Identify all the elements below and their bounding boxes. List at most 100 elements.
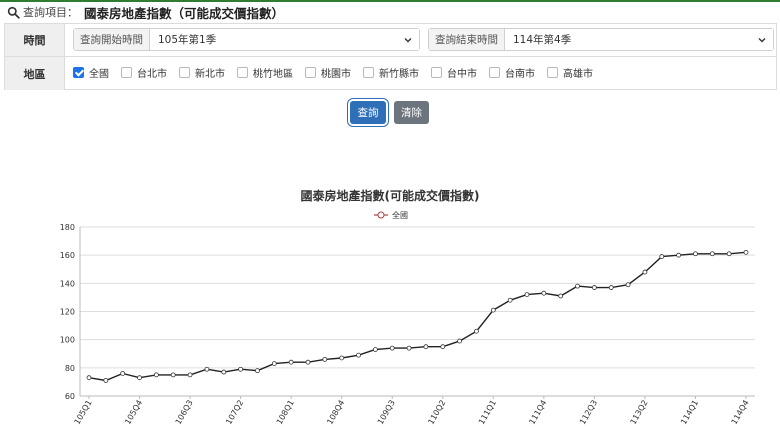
data-point — [356, 352, 361, 358]
query-value: 國泰房地產指數（可能成交價指數） — [84, 5, 285, 21]
y-tick-label: 100 — [60, 336, 75, 345]
chevron-down-icon — [404, 37, 412, 42]
x-tick-label: 111Q1 — [477, 399, 498, 427]
data-point — [288, 359, 294, 365]
checkbox-label: 台北市 — [137, 69, 167, 80]
checkbox-box[interactable] — [363, 67, 374, 78]
region-checkbox-4[interactable]: 桃園市 — [305, 65, 351, 80]
data-point — [676, 252, 682, 258]
checkbox-box[interactable] — [547, 67, 558, 78]
x-tick-label: 113Q2 — [629, 399, 650, 427]
data-point — [389, 345, 395, 351]
checkbox-label: 桃園市 — [321, 69, 351, 80]
x-tick-label: 108Q4 — [325, 399, 346, 427]
end-time-group[interactable]: 查詢結束時間 114年第4季 — [428, 28, 774, 51]
end-time-value: 114年第4季 — [513, 34, 572, 46]
x-tick-label: 114Q1 — [679, 399, 700, 427]
data-point — [187, 372, 193, 378]
data-point — [524, 292, 530, 297]
start-time-addon: 查詢開始時間 — [74, 29, 150, 50]
checkbox-box[interactable] — [489, 67, 500, 78]
query-label: 查詢項目： — [23, 6, 78, 19]
data-point — [86, 375, 92, 381]
region-checkboxes: 全國 台北市 新北市 桃竹地區 桃園市 新竹縣市 台中市 台南市 高雄市 — [73, 65, 605, 80]
data-point — [440, 344, 446, 350]
chart-title: 國泰房地產指數(可能成交價指數) — [301, 188, 480, 203]
checkbox-box[interactable] — [305, 67, 316, 78]
series-line — [88, 251, 747, 382]
data-point — [642, 269, 648, 275]
data-point — [372, 347, 378, 352]
query-button[interactable]: 查詢 — [350, 101, 386, 124]
checkbox-label: 桃竹地區 — [253, 69, 293, 80]
checkbox-label: 台中市 — [447, 69, 477, 80]
checkbox-box[interactable] — [431, 67, 442, 78]
data-point — [255, 368, 260, 374]
data-point — [322, 356, 328, 362]
data-point — [474, 328, 479, 334]
search-icon — [7, 6, 20, 19]
data-point — [204, 366, 210, 372]
start-time-select[interactable]: 105年第1季 — [150, 29, 419, 50]
checkbox-label: 新北市 — [195, 69, 225, 80]
checkbox-label: 新竹縣市 — [379, 69, 419, 80]
checkbox-label: 全國 — [89, 69, 109, 80]
region-label: 地區 — [5, 57, 65, 90]
region-checkbox-0[interactable]: 全國 — [73, 65, 109, 80]
checkbox-label: 高雄市 — [563, 69, 593, 80]
data-point — [490, 307, 496, 313]
data-point — [305, 359, 311, 365]
x-tick-label: 107Q2 — [224, 399, 245, 427]
data-point — [170, 372, 176, 378]
chevron-down-icon — [758, 37, 766, 42]
region-checkbox-5[interactable]: 新竹縣市 — [363, 65, 419, 80]
x-tick-label: 110Q2 — [426, 399, 447, 427]
x-tick-label: 114Q4 — [730, 399, 751, 427]
start-time-value: 105年第1季 — [158, 34, 217, 46]
query-form: 時間 查詢開始時間 105年第1季 查詢結束時間 114年第4季 地區 全國 台北… — [4, 23, 777, 90]
region-checkbox-7[interactable]: 台南市 — [489, 65, 535, 80]
y-tick-label: 60 — [65, 392, 75, 401]
legend-marker — [377, 211, 385, 219]
y-tick-label: 120 — [60, 308, 75, 317]
checkbox-box[interactable] — [237, 67, 248, 78]
data-point — [558, 293, 564, 299]
y-tick-label: 140 — [60, 279, 75, 288]
data-point — [120, 371, 126, 376]
data-point — [625, 282, 631, 288]
end-time-addon: 查詢結束時間 — [429, 29, 505, 50]
x-tick-label: 111Q4 — [527, 399, 548, 427]
x-tick-label: 105Q1 — [73, 399, 94, 427]
region-checkbox-6[interactable]: 台中市 — [431, 65, 477, 80]
data-point — [575, 283, 580, 289]
x-tick-label: 109Q3 — [376, 399, 397, 427]
checkbox-box[interactable] — [73, 67, 84, 78]
data-point — [339, 355, 345, 361]
data-point — [726, 251, 732, 257]
time-label: 時間 — [5, 24, 65, 56]
legend-label: 全國 — [392, 210, 408, 220]
data-point — [709, 251, 715, 257]
index-line-chart: 國泰房地產指數(可能成交價指數) 全國 60 80 100 120 140 160 180 105… — [60, 188, 755, 427]
checkbox-label: 台南市 — [505, 69, 535, 80]
data-point — [406, 345, 412, 351]
start-time-group[interactable]: 查詢開始時間 105年第1季 — [73, 28, 420, 51]
region-checkbox-3[interactable]: 桃竹地區 — [237, 65, 293, 80]
data-point — [507, 297, 513, 303]
data-point — [423, 344, 429, 350]
data-point — [608, 285, 614, 290]
clear-button[interactable]: 清除 — [394, 101, 429, 124]
time-row: 時間 查詢開始時間 105年第1季 查詢結束時間 114年第4季 — [5, 24, 776, 57]
x-tick-label: 108Q1 — [275, 399, 296, 427]
checkbox-box[interactable] — [121, 67, 132, 78]
region-checkbox-2[interactable]: 新北市 — [179, 65, 225, 80]
y-tick-label: 80 — [65, 364, 75, 373]
data-point — [153, 372, 159, 378]
y-tick-label: 160 — [60, 251, 75, 260]
data-point — [137, 375, 142, 381]
region-checkbox-8[interactable]: 高雄市 — [547, 65, 593, 80]
end-time-select[interactable]: 114年第4季 — [505, 29, 773, 50]
data-point — [693, 251, 698, 257]
checkbox-box[interactable] — [179, 67, 190, 78]
region-checkbox-1[interactable]: 台北市 — [121, 65, 167, 80]
